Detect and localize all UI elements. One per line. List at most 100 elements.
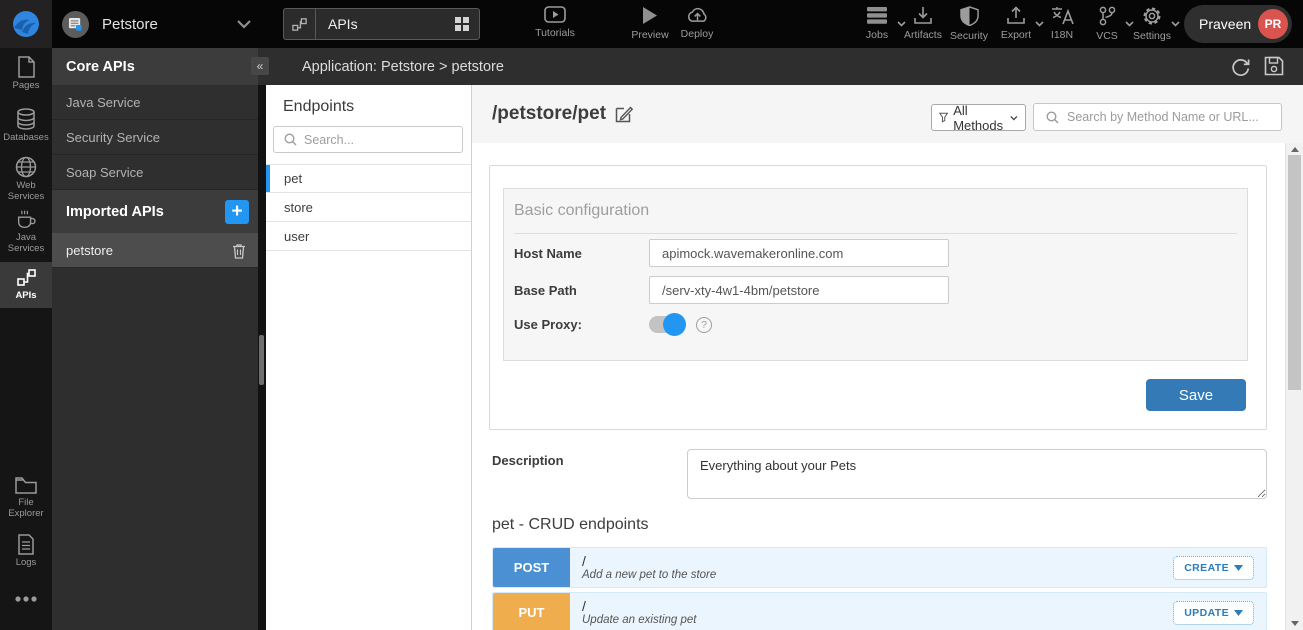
user-menu[interactable]: Praveen PR	[1184, 5, 1292, 43]
main-header: /petstore/pet All Methods	[472, 85, 1303, 143]
use-proxy-toggle[interactable]	[649, 316, 683, 333]
grid-icon[interactable]	[454, 16, 470, 32]
rail-item-file-explorer[interactable]: File Explorer	[0, 476, 52, 520]
wavemaker-logo[interactable]	[0, 0, 52, 48]
create-action-button[interactable]: CREATE	[1173, 556, 1254, 580]
workspace-label: APIs	[328, 16, 454, 32]
i18n-button[interactable]: I18N	[1042, 6, 1082, 41]
collapse-sidebar-button[interactable]: «	[251, 57, 269, 75]
tutorials-label: Tutorials	[535, 27, 575, 39]
artifacts-button[interactable]: Artifacts	[900, 6, 946, 41]
settings-label: Settings	[1133, 30, 1171, 42]
save-project-button[interactable]	[1264, 56, 1284, 77]
sidebar-item-petstore[interactable]: petstore	[52, 233, 258, 268]
refresh-button[interactable]	[1230, 56, 1251, 77]
base-path-input[interactable]	[649, 276, 949, 304]
method-row-post[interactable]: POST / Add a new pet to the store CREATE	[492, 547, 1267, 588]
top-bar: Petstore APIs Tutorials Preview Deploy	[0, 0, 1303, 48]
rail-item-web-services[interactable]: Web Services	[0, 156, 52, 203]
search-icon	[284, 133, 297, 146]
api-node-icon	[16, 267, 37, 288]
rail-item-apis[interactable]: APIs	[0, 262, 52, 308]
method-path: /	[582, 554, 1173, 569]
rail-more-button[interactable]	[0, 596, 52, 602]
cloud-upload-icon	[686, 6, 709, 24]
rail-item-pages[interactable]: Pages	[0, 56, 52, 92]
basic-configuration-title: Basic configuration	[514, 202, 1237, 234]
endpoints-list: pet store user	[266, 164, 471, 251]
settings-button[interactable]: Settings	[1128, 6, 1176, 42]
main-content: /petstore/pet All Methods Basic configur…	[472, 85, 1303, 630]
i18n-label: I18N	[1051, 29, 1073, 41]
method-search[interactable]	[1033, 103, 1282, 131]
delete-icon[interactable]	[232, 243, 246, 259]
add-api-button[interactable]: +	[225, 200, 249, 224]
ellipsis-icon	[14, 596, 38, 602]
crud-group-title: pet - CRUD endpoints	[492, 516, 649, 534]
tutorials-button[interactable]: Tutorials	[520, 6, 590, 39]
help-icon: ?	[696, 317, 712, 333]
endpoints-search[interactable]	[273, 126, 463, 153]
method-path: /	[582, 599, 1173, 614]
sidebar-item-java-service[interactable]: Java Service	[52, 85, 258, 120]
security-button[interactable]: Security	[946, 6, 992, 42]
rail-item-logs[interactable]: Logs	[0, 534, 52, 569]
save-button[interactable]: Save	[1146, 379, 1246, 411]
method-search-input[interactable]	[1067, 110, 1267, 124]
main-scrollbar-thumb[interactable]	[1288, 155, 1301, 390]
floppy-save-icon	[1264, 56, 1284, 76]
preview-label: Preview	[631, 29, 668, 41]
method-row-put[interactable]: PUT / Update an existing pet UPDATE	[492, 592, 1267, 630]
shield-icon	[960, 6, 979, 26]
project-selector[interactable]: Petstore	[62, 0, 252, 48]
post-method-badge: POST	[493, 548, 570, 587]
sidebar-scrollbar-thumb[interactable]	[259, 335, 264, 385]
vcs-button[interactable]: VCS	[1088, 6, 1126, 42]
update-action-button[interactable]: UPDATE	[1173, 601, 1254, 625]
globe-icon	[15, 156, 37, 178]
description-textarea[interactable]: Everything about your Pets	[687, 449, 1267, 499]
deploy-button[interactable]: Deploy	[668, 6, 726, 40]
edit-icon[interactable]	[615, 105, 633, 123]
sidebar-item-security-service[interactable]: Security Service	[52, 120, 258, 155]
project-avatar-icon	[62, 11, 89, 38]
endpoints-search-input[interactable]	[304, 133, 444, 147]
artifacts-label: Artifacts	[904, 29, 942, 41]
endpoint-path-title: /petstore/pet	[492, 103, 606, 125]
export-button[interactable]: Export	[994, 6, 1038, 41]
filter-icon	[939, 111, 948, 124]
chevron-down-icon	[1234, 610, 1243, 616]
endpoint-item-store[interactable]: store	[266, 193, 471, 222]
branch-icon	[1098, 6, 1117, 26]
config-card: Basic configuration Host Name Base Path …	[489, 165, 1267, 430]
method-rows: POST / Add a new pet to the store CREATE…	[492, 547, 1267, 630]
basic-configuration-section: Basic configuration Host Name Base Path …	[503, 188, 1248, 361]
refresh-icon	[1230, 56, 1251, 77]
page-icon	[17, 56, 36, 78]
method-description: Add a new pet to the store	[582, 569, 1173, 581]
sidebar-scrollbar-track	[258, 85, 266, 630]
vcs-label: VCS	[1096, 30, 1118, 42]
jobs-button[interactable]: Jobs	[856, 6, 898, 41]
chevron-down-icon	[1234, 565, 1243, 571]
jobs-icon	[866, 6, 888, 25]
scroll-down-arrow[interactable]	[1291, 621, 1299, 626]
core-apis-header: Core APIs	[52, 48, 258, 85]
security-label: Security	[950, 30, 988, 42]
endpoint-item-user[interactable]: user	[266, 222, 471, 251]
sidebar-item-soap-service[interactable]: Soap Service	[52, 155, 258, 190]
rail-item-databases[interactable]: Databases	[0, 108, 52, 144]
log-file-icon	[17, 534, 35, 555]
scroll-up-arrow[interactable]	[1291, 147, 1299, 152]
left-rail: Pages Databases Web Services Java Servic…	[0, 48, 52, 630]
folder-icon	[15, 476, 37, 495]
workspace-selector[interactable]: APIs	[283, 8, 480, 40]
endpoint-item-pet[interactable]: pet	[266, 164, 471, 193]
main-scrollbar-track[interactable]	[1285, 143, 1303, 630]
host-name-input[interactable]	[649, 239, 949, 267]
rail-item-java-services[interactable]: Java Services	[0, 208, 52, 255]
endpoints-panel: Endpoints pet store user	[266, 85, 472, 630]
apis-sidebar: Core APIs Java Service Security Service …	[52, 48, 258, 630]
methods-filter-select[interactable]: All Methods	[931, 104, 1026, 131]
jobs-label: Jobs	[866, 29, 888, 41]
